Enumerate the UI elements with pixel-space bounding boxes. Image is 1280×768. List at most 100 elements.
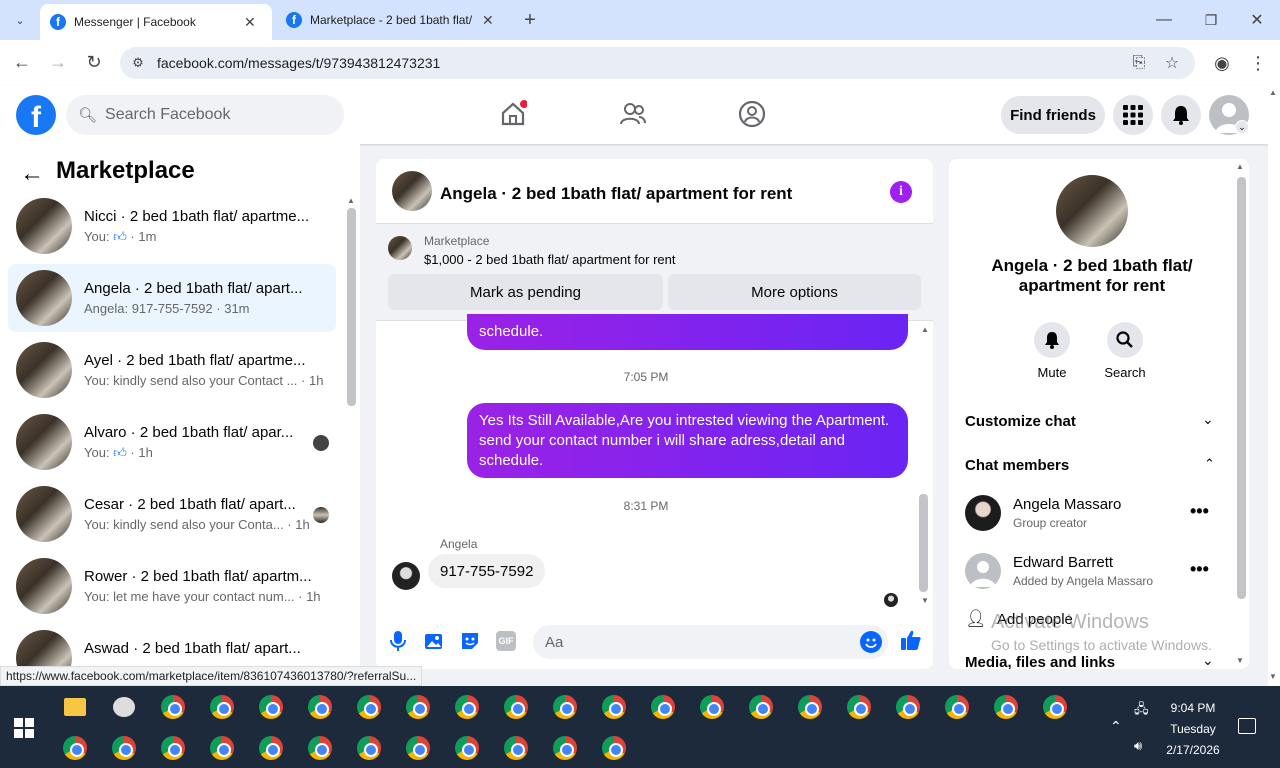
install-app-icon[interactable]: ⎘ <box>1128 52 1150 74</box>
member-options-icon[interactable]: ••• <box>1190 559 1209 580</box>
menu-grid-icon[interactable] <box>1113 95 1153 135</box>
chevron-down-icon[interactable]: ⌄ <box>1202 652 1214 669</box>
emoji-icon[interactable] <box>860 631 882 653</box>
page-scrollbar-track[interactable] <box>1268 86 1280 686</box>
menu-dots-icon[interactable]: ⋮ <box>1246 51 1270 75</box>
taskbar-chrome-window[interactable] <box>203 688 241 726</box>
list-item[interactable]: Cesar · 2 bed 1bath flat/ apart... You: … <box>8 480 336 548</box>
close-window-icon[interactable]: ✕ <box>1243 8 1271 32</box>
taskbar-chrome-window[interactable] <box>252 688 290 726</box>
scroll-up-icon[interactable]: ▲ <box>1236 162 1244 171</box>
mute-button[interactable] <box>1034 322 1070 358</box>
scroll-down-icon[interactable]: ▼ <box>921 596 929 605</box>
taskbar-chrome-window[interactable] <box>497 729 535 767</box>
list-item[interactable]: Nicci · 2 bed 1bath flat/ apartme... You… <box>8 192 336 260</box>
new-tab-icon[interactable]: + <box>518 8 542 32</box>
microphone-icon[interactable] <box>390 629 406 653</box>
tab-messenger[interactable]: f Messenger | Facebook ✕ <box>40 4 272 40</box>
notification-center-icon[interactable] <box>1238 718 1256 734</box>
taskbar-chrome-window[interactable] <box>105 688 143 726</box>
taskbar-chrome-window[interactable] <box>252 729 290 767</box>
list-item[interactable]: Ayel · 2 bed 1bath flat/ apartme... You:… <box>8 336 336 404</box>
scroll-down-icon[interactable]: ▼ <box>1236 656 1244 665</box>
message-bubble-outgoing[interactable]: schedule. <box>467 314 908 350</box>
close-tab-icon[interactable]: ✕ <box>244 14 256 31</box>
taskbar-chrome-window[interactable] <box>154 729 192 767</box>
restore-icon[interactable]: ❐ <box>1197 8 1225 32</box>
taskbar-chrome-window[interactable] <box>448 729 486 767</box>
profile-icon[interactable]: ◉ <box>1210 51 1234 75</box>
chat-header-title[interactable]: Angela · 2 bed 1bath flat/ apartment for… <box>440 184 792 204</box>
scroll-up-icon[interactable]: ▲ <box>921 325 929 334</box>
taskbar-chrome-window[interactable] <box>56 688 94 726</box>
taskbar-chrome-window[interactable] <box>301 729 339 767</box>
taskbar-chrome-window[interactable] <box>595 729 633 767</box>
member-avatar[interactable] <box>965 553 1001 589</box>
chat-photo[interactable] <box>1056 175 1128 247</box>
address-bar[interactable]: ⚙ facebook.com/messages/t/97394381247323… <box>120 47 1195 79</box>
tray-chevron-up-icon[interactable]: ⌃ <box>1110 718 1122 735</box>
search-input[interactable]: 🔍︎ Search Facebook <box>66 95 344 135</box>
info-icon[interactable]: i <box>890 181 912 203</box>
tab-search-icon[interactable]: ⌄ <box>8 8 32 32</box>
media-files-label[interactable]: Media, files and links <box>965 654 1115 669</box>
taskbar-chrome-window[interactable] <box>889 688 927 726</box>
photo-icon[interactable] <box>424 631 444 651</box>
taskbar-chrome-window[interactable] <box>105 729 143 767</box>
find-friends-button[interactable]: Find friends <box>1001 96 1105 134</box>
chevron-up-icon[interactable]: ⌃ <box>1204 456 1215 472</box>
system-clock[interactable]: 9:04 PM Tuesday 2/17/2026 <box>1160 698 1226 761</box>
back-icon[interactable]: ← <box>10 50 34 74</box>
account-chevron-icon[interactable]: ⌄ <box>1235 120 1249 134</box>
list-item[interactable]: Rower · 2 bed 1bath flat/ apartm... You:… <box>8 552 336 620</box>
chat-scrollbar[interactable] <box>919 494 928 592</box>
facebook-logo-icon[interactable]: f <box>16 95 56 135</box>
notifications-bell-icon[interactable] <box>1161 95 1201 135</box>
volume-icon[interactable]: 🔊︎ <box>1134 738 1142 754</box>
taskbar-chrome-window[interactable] <box>546 729 584 767</box>
taskbar-chrome-window[interactable] <box>644 688 682 726</box>
forward-icon[interactable]: → <box>46 50 70 74</box>
taskbar-chrome-window[interactable] <box>448 688 486 726</box>
member-avatar[interactable] <box>965 495 1001 531</box>
taskbar-chrome-window[interactable] <box>693 688 731 726</box>
info-scrollbar[interactable] <box>1237 177 1246 599</box>
sticker-icon[interactable] <box>460 631 480 651</box>
message-input[interactable]: Aa <box>533 625 888 659</box>
member-options-icon[interactable]: ••• <box>1190 501 1209 522</box>
taskbar-chrome-window[interactable] <box>595 688 633 726</box>
sender-avatar[interactable] <box>392 562 420 590</box>
taskbar-chrome-window[interactable] <box>203 729 241 767</box>
list-item[interactable]: Alvaro · 2 bed 1bath flat/ apar... You: … <box>8 408 336 476</box>
network-icon[interactable]: 🖧 <box>1134 700 1149 722</box>
taskbar-chrome-window[interactable] <box>56 729 94 767</box>
more-options-button[interactable]: More options <box>668 274 921 310</box>
site-info-icon[interactable]: ⚙ <box>128 53 148 73</box>
search-button[interactable] <box>1107 322 1143 358</box>
groups-nav-icon[interactable] <box>738 100 766 128</box>
chevron-down-icon[interactable]: ⌄ <box>1202 411 1214 428</box>
scroll-down-icon[interactable]: ▼ <box>1269 672 1277 681</box>
list-item[interactable]: Angela · 2 bed 1bath flat/ apart... Ange… <box>8 264 336 332</box>
scroll-up-icon[interactable]: ▲ <box>347 196 355 205</box>
add-person-icon[interactable]: 👤︎ <box>965 609 987 629</box>
back-arrow-icon[interactable]: ← <box>20 160 44 188</box>
mark-pending-button[interactable]: Mark as pending <box>388 274 663 310</box>
listing-description[interactable]: $1,000 - 2 bed 1bath flat/ apartment for… <box>424 252 676 267</box>
taskbar-chrome-window[interactable] <box>154 688 192 726</box>
taskbar-chrome-window[interactable] <box>791 688 829 726</box>
scroll-up-icon[interactable]: ▲ <box>1269 88 1277 97</box>
windows-start-icon[interactable] <box>14 718 34 738</box>
taskbar-chrome-window[interactable] <box>497 688 535 726</box>
list-scrollbar[interactable] <box>347 208 356 406</box>
taskbar-chrome-window[interactable] <box>399 688 437 726</box>
customize-chat-label[interactable]: Customize chat <box>965 413 1076 430</box>
reload-icon[interactable]: ↻ <box>82 50 106 74</box>
home-nav-icon[interactable] <box>499 100 528 128</box>
taskbar-chrome-window[interactable] <box>546 688 584 726</box>
bookmark-star-icon[interactable]: ☆ <box>1161 52 1183 74</box>
chat-members-label[interactable]: Chat members <box>965 457 1069 474</box>
taskbar-chrome-window[interactable] <box>350 688 388 726</box>
taskbar-chrome-window[interactable] <box>301 688 339 726</box>
taskbar-chrome-window[interactable] <box>938 688 976 726</box>
